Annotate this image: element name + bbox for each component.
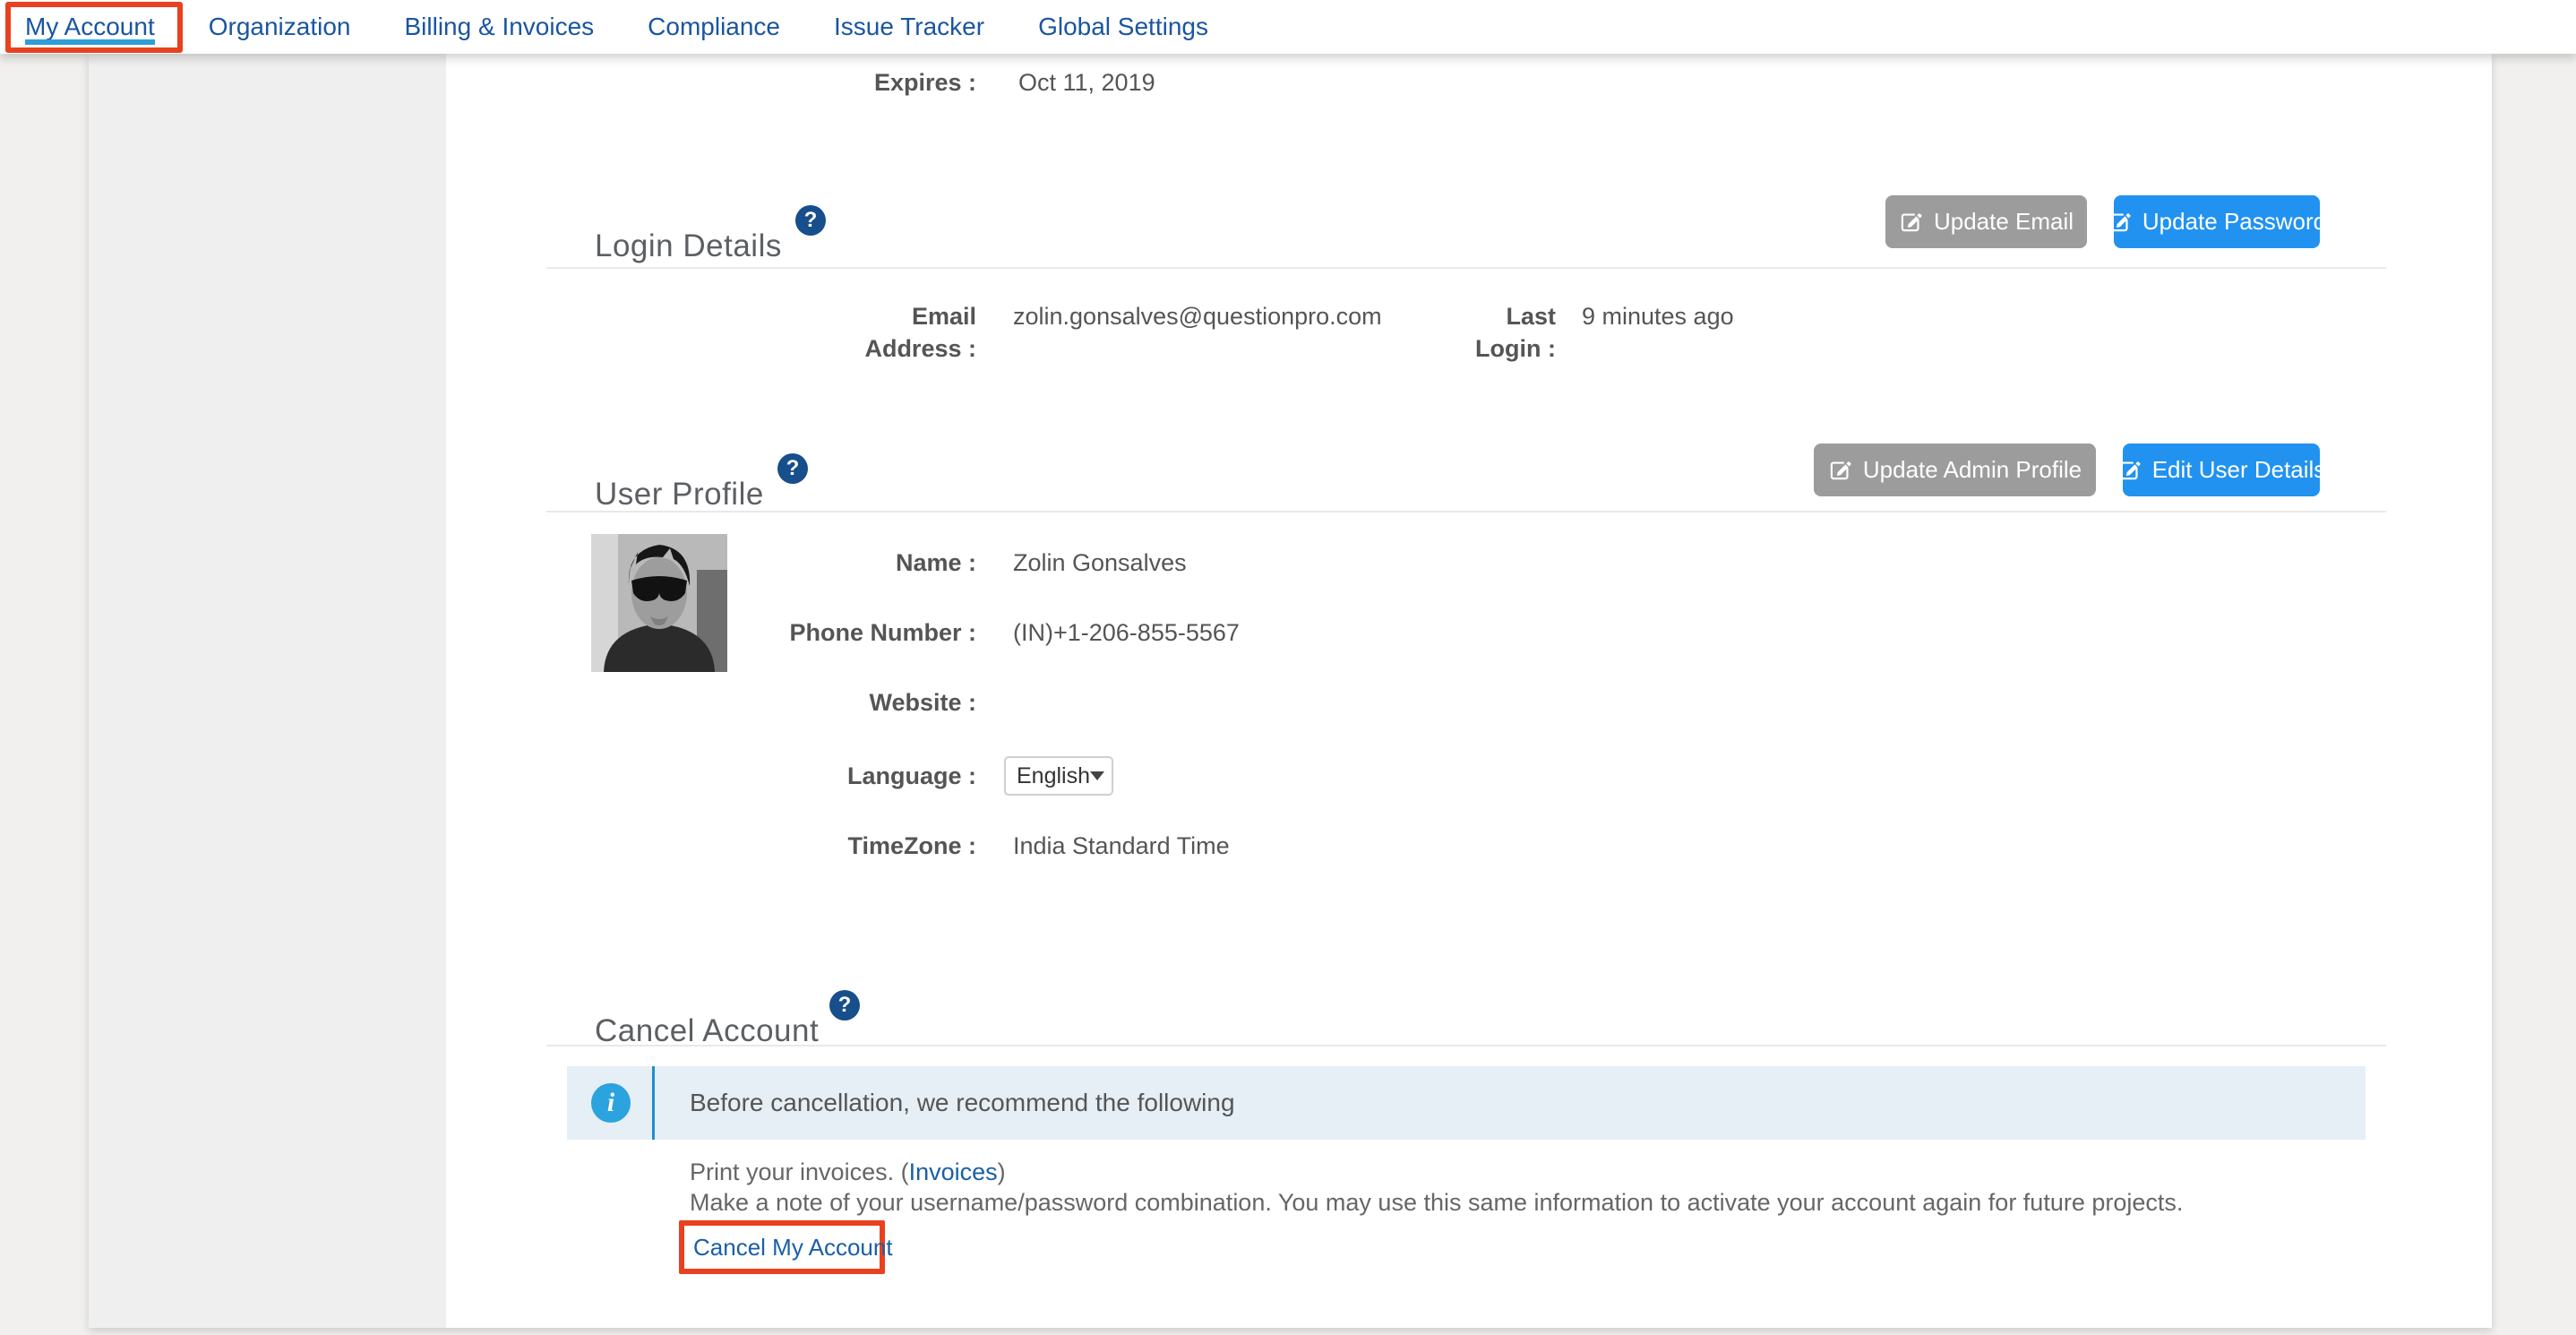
help-icon[interactable]: ?	[777, 453, 808, 484]
update-admin-profile-button[interactable]: Update Admin Profile	[1814, 444, 2096, 496]
last-login-label: Last Login :	[1475, 300, 1556, 365]
update-email-button[interactable]: Update Email	[1885, 195, 2087, 248]
tab-issue-tracker[interactable]: Issue Tracker	[834, 0, 984, 54]
question-mark-glyph: ?	[786, 456, 800, 481]
annotation-box-cancel-account: Cancel My Account	[679, 1220, 885, 1274]
update-admin-profile-label: Update Admin Profile	[1863, 456, 2082, 484]
language-select-value: English	[1017, 763, 1090, 789]
email-address-label: Email Address :	[842, 300, 976, 365]
chevron-down-icon	[1090, 771, 1104, 780]
user-profile-title: User Profile	[595, 475, 764, 514]
cancellation-info-banner: i Before cancellation, we recommend the …	[567, 1066, 2366, 1140]
section-divider	[546, 267, 2386, 269]
phone-number-value: (IN)+1-206-855-5567	[1013, 616, 1240, 649]
tab-compliance-label: Compliance	[648, 13, 780, 40]
language-label: Language :	[708, 760, 976, 792]
my-account-content: Expires : Oct 11, 2019 Login Details ? U…	[89, 54, 2492, 1328]
tab-organization-label: Organization	[209, 13, 351, 40]
cancel-my-account-link[interactable]: Cancel My Account	[693, 1234, 893, 1262]
name-label: Name :	[708, 547, 976, 579]
language-select[interactable]: English	[1004, 756, 1113, 796]
print-invoices-text-suffix: )	[998, 1158, 1006, 1185]
email-address-value: zolin.gonsalves@questionpro.com	[1013, 300, 1382, 332]
tab-billing-invoices[interactable]: Billing & Invoices	[405, 0, 595, 54]
settings-card: Expires : Oct 11, 2019 Login Details ? U…	[89, 54, 2492, 1328]
tab-global-settings[interactable]: Global Settings	[1038, 0, 1208, 54]
question-mark-glyph: ?	[838, 993, 852, 1018]
expires-label: Expires :	[708, 66, 976, 99]
timezone-label: TimeZone :	[708, 830, 976, 862]
edit-user-details-label: Edit User Details	[2152, 456, 2326, 484]
name-value: Zolin Gonsalves	[1013, 547, 1187, 579]
expires-value: Oct 11, 2019	[1018, 66, 1155, 99]
update-password-button[interactable]: Update Password	[2114, 195, 2320, 248]
banner-text: Before cancellation, we recommend the fo…	[690, 1066, 1235, 1140]
edit-icon	[1899, 211, 1922, 234]
section-divider	[546, 1045, 2386, 1046]
section-divider	[546, 511, 2386, 512]
last-login-value: 9 minutes ago	[1582, 300, 1734, 332]
help-icon[interactable]: ?	[829, 990, 860, 1021]
banner-divider	[652, 1066, 655, 1140]
info-icon: i	[591, 1083, 631, 1123]
edit-icon	[1828, 459, 1851, 482]
tab-global-settings-label: Global Settings	[1038, 13, 1208, 40]
username-note-line: Make a note of your username/password co…	[690, 1186, 2183, 1219]
tab-billing-invoices-label: Billing & Invoices	[405, 13, 595, 40]
update-password-label: Update Password	[2142, 208, 2326, 236]
edit-user-details-button[interactable]: Edit User Details	[2123, 444, 2320, 496]
tab-issue-tracker-label: Issue Tracker	[834, 13, 984, 40]
edit-icon	[2117, 459, 2141, 482]
login-details-title: Login Details	[595, 227, 782, 266]
invoices-link[interactable]: Invoices	[909, 1158, 998, 1185]
help-icon[interactable]: ?	[795, 205, 826, 236]
info-glyph: i	[607, 1088, 614, 1118]
annotation-box-my-account	[5, 2, 183, 53]
tab-organization[interactable]: Organization	[209, 0, 351, 54]
top-navigation: My Account Organization Billing & Invoic…	[0, 0, 2576, 54]
print-invoices-line: Print your invoices. (Invoices)	[690, 1156, 1006, 1188]
website-label: Website :	[708, 686, 976, 719]
question-mark-glyph: ?	[804, 208, 818, 233]
edit-icon	[2108, 211, 2131, 234]
phone-number-label: Phone Number :	[708, 616, 976, 649]
timezone-value: India Standard Time	[1013, 830, 1230, 862]
print-invoices-text: Print your invoices. (	[690, 1158, 909, 1185]
update-email-label: Update Email	[1934, 208, 2074, 236]
tab-compliance[interactable]: Compliance	[648, 0, 780, 54]
